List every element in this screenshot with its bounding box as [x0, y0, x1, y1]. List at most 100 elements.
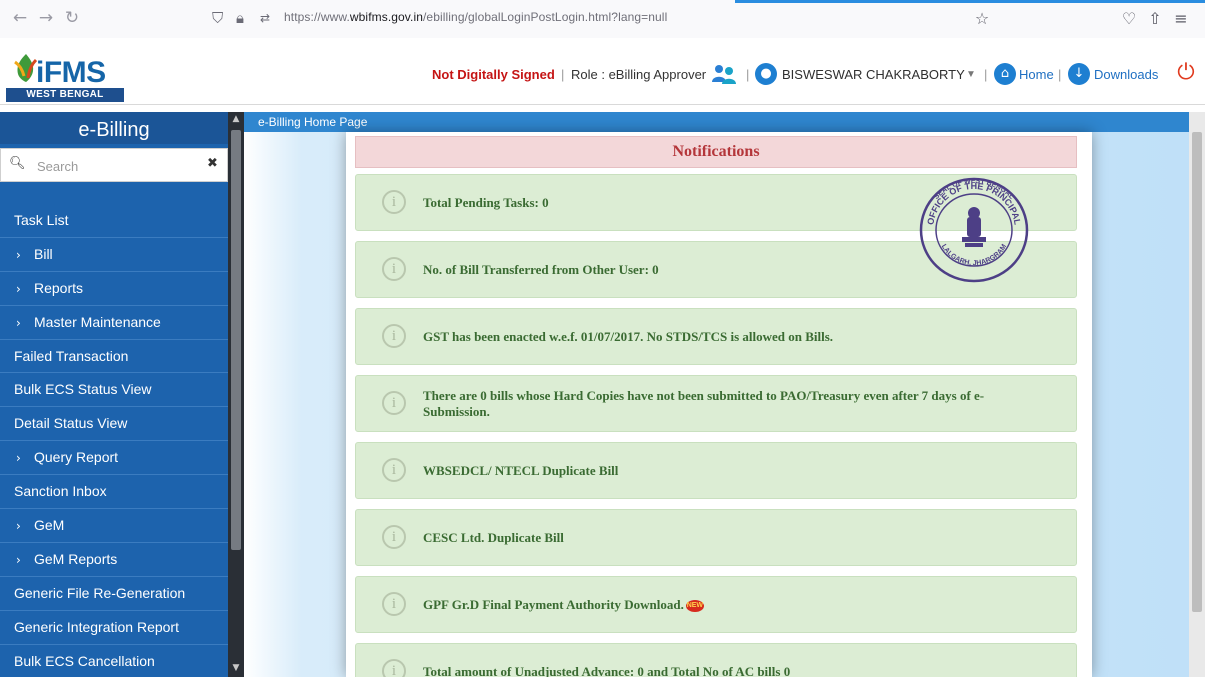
info-icon: i	[382, 190, 406, 214]
header-separator: |	[561, 67, 565, 82]
sidebar-item-label: Detail Status View	[14, 415, 128, 432]
info-icon: i	[382, 525, 406, 549]
info-icon: i	[382, 659, 406, 677]
notification-item[interactable]: i Total amount of Unadjusted Advance: 0 a…	[355, 643, 1077, 677]
sidebar-item[interactable]: Generic Integration Report	[0, 611, 228, 645]
sidebar-item-label: Failed Transaction	[14, 347, 129, 364]
sidebar-item[interactable]: Generic File Re-Generation	[0, 577, 228, 611]
sidebar-item-label: Master Maintenance	[34, 313, 161, 330]
chevron-right-icon: ›	[16, 552, 21, 567]
page-title: e-Billing Home Page	[244, 112, 1189, 132]
sidebar-item-label: Reports	[34, 279, 84, 296]
main-content: e-Billing Home Page Notifications i Total…	[244, 112, 1205, 677]
office-seal-stamp: SEAL OF WEST BENGAL OFFICE OF THE PRINCI…	[919, 177, 1029, 283]
notification-item[interactable]: i CESC Ltd. Duplicate Bill	[355, 509, 1077, 566]
chevron-right-icon: ›	[16, 451, 21, 466]
notification-item[interactable]: i GST has been enacted w.e.f. 01/07/2017.…	[355, 308, 1077, 365]
sidebar-item[interactable]: › GeM Reports	[0, 543, 228, 577]
shield-icon[interactable]: ⛉	[212, 9, 223, 27]
scroll-up-icon[interactable]: ▲	[228, 112, 244, 126]
back-icon[interactable]: ←	[10, 8, 30, 28]
logo-text: iFMS	[36, 56, 106, 89]
address-bar[interactable]: https://www.wbifms.gov.in/ebilling/globa…	[284, 10, 667, 24]
notification-text: GPF Gr.D Final Payment Authority Downloa…	[423, 597, 1043, 613]
downloads-link[interactable]: Downloads	[1094, 66, 1158, 84]
clear-search-icon[interactable]: ✖	[207, 156, 218, 171]
sidebar: e-Billing 🔍︎ ✖ Task List › Bill › Reports › Ma…	[0, 112, 244, 677]
sidebar-item-label: Bulk ECS Status View	[14, 381, 152, 398]
sidebar-item[interactable]: › Reports	[0, 272, 228, 306]
main-scrollbar[interactable]	[1189, 112, 1205, 677]
user-avatar-icon[interactable]: ●	[755, 63, 777, 85]
user-dropdown-icon[interactable]: ▼	[966, 66, 976, 84]
sidebar-item-label: Bill	[34, 245, 53, 262]
notification-item[interactable]: i There are 0 bills whose Hard Copies hav…	[355, 375, 1077, 432]
pocket-icon[interactable]: ♡	[1118, 8, 1140, 30]
sidebar-item-label: Generic Integration Report	[14, 618, 179, 635]
browser-toolbar: ← → ↻ ⛉ 🔒︎ ⇄ https://www.wbifms.gov.in/e…	[0, 0, 1205, 39]
notification-label: GPF Gr.D Final Payment Authority Downloa…	[423, 597, 684, 612]
info-icon: i	[382, 324, 406, 348]
home-icon[interactable]: ⌂	[994, 63, 1016, 85]
logout-power-icon[interactable]: ⏻	[1173, 60, 1199, 86]
sidebar-item[interactable]: Sanction Inbox	[0, 475, 228, 510]
notification-item[interactable]: i WBSEDCL/ NTECL Duplicate Bill	[355, 442, 1077, 499]
sidebar-item-label: GeM Reports	[34, 550, 118, 567]
forward-icon[interactable]: →	[36, 8, 56, 28]
notification-text: Total amount of Unadjusted Advance: 0 an…	[423, 664, 1043, 677]
sidebar-item[interactable]: › Query Report	[0, 441, 228, 476]
sidebar-item[interactable]: Failed Transaction	[0, 340, 228, 374]
info-icon: i	[382, 458, 406, 482]
sidebar-item-label: Task List	[14, 212, 69, 228]
role-label: Role : eBilling Approver	[571, 67, 707, 82]
switch-role-icon[interactable]	[711, 62, 737, 86]
sidebar-item-label: Bulk ECS Cancellation	[14, 652, 155, 669]
notification-text: There are 0 bills whose Hard Copies have…	[423, 388, 1043, 420]
sidebar-item-label: GeM	[34, 517, 65, 534]
notification-label: Total amount of Unadjusted Advance: 0 an…	[423, 664, 791, 677]
reload-icon[interactable]: ↻	[62, 8, 82, 28]
download-icon[interactable]: ↓	[1068, 63, 1090, 85]
sidebar-scroll-thumb[interactable]	[231, 130, 241, 550]
chevron-right-icon: ›	[16, 281, 21, 296]
share-icon[interactable]: ⇧	[1144, 8, 1166, 30]
sidebar-scrollbar[interactable]: ▲ ▼	[228, 112, 244, 677]
notification-label: There are 0 bills whose Hard Copies have…	[423, 388, 985, 419]
notification-item[interactable]: i GPF Gr.D Final Payment Authority Downlo…	[355, 576, 1077, 633]
notification-text: CESC Ltd. Duplicate Bill	[423, 530, 1043, 546]
notification-label: CESC Ltd. Duplicate Bill	[423, 530, 564, 545]
browser-accent-strip	[735, 0, 1205, 3]
notification-label: GST has been enacted w.e.f. 01/07/2017. …	[423, 329, 834, 344]
home-link[interactable]: Home	[1019, 66, 1054, 84]
sidebar-item[interactable]: Bulk ECS Cancellation	[0, 645, 228, 677]
menu-icon[interactable]: ≡	[1170, 8, 1192, 30]
permissions-icon[interactable]: ⇄	[260, 9, 270, 27]
notifications-title: Notifications	[355, 136, 1077, 168]
header-separator: |	[1058, 67, 1062, 82]
sidebar-item[interactable]: › Bill	[0, 238, 228, 272]
signature-status: Not Digitally Signed	[432, 67, 555, 82]
search-icon[interactable]: 🔍︎	[9, 156, 26, 171]
bookmark-star-icon[interactable]: ☆	[971, 8, 993, 30]
ifms-logo[interactable]: iFMS WEST BENGAL	[6, 52, 128, 104]
notification-text: WBSEDCL/ NTECL Duplicate Bill	[423, 463, 1043, 479]
sidebar-item[interactable]: › Master Maintenance	[0, 306, 228, 340]
main-scroll-thumb[interactable]	[1192, 132, 1202, 612]
user-name[interactable]: BISWESWAR CHAKRABORTY	[782, 66, 965, 84]
notification-text: GST has been enacted w.e.f. 01/07/2017. …	[423, 329, 1043, 345]
sidebar-item[interactable]: Task List	[0, 204, 228, 238]
notification-label: Total Pending Tasks: 0	[423, 195, 549, 210]
sidebar-item-label: Generic File Re-Generation	[14, 584, 186, 601]
lock-icon[interactable]: 🔒︎	[236, 9, 244, 27]
notifications-panel: Notifications i Total Pending Tasks: 0 i No…	[346, 132, 1092, 677]
search-input[interactable]	[35, 155, 189, 177]
sidebar-item[interactable]: Detail Status View	[0, 407, 228, 442]
sidebar-item[interactable]: › GeM	[0, 509, 228, 543]
sidebar-item[interactable]: Bulk ECS Status View	[0, 373, 228, 408]
new-badge-icon: NEW	[685, 600, 704, 613]
info-icon: i	[382, 391, 406, 415]
scroll-down-icon[interactable]: ▼	[228, 661, 244, 675]
header-separator: |	[746, 67, 750, 82]
info-icon: i	[382, 257, 406, 281]
chevron-right-icon: ›	[16, 519, 21, 534]
